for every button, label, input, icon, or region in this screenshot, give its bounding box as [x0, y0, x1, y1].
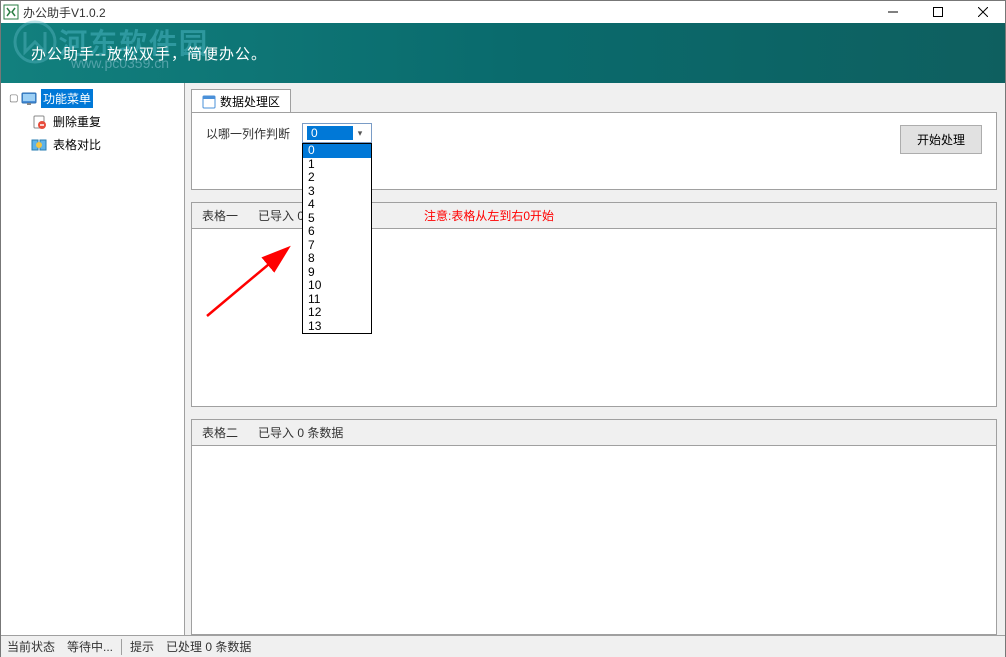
titlebar-title: 办公助手V1.0.2 [23, 4, 106, 21]
combo-option[interactable]: 6 [303, 225, 371, 239]
minimize-button[interactable] [870, 1, 915, 23]
app-icon [3, 4, 19, 20]
expand-icon[interactable]: ▢ [9, 93, 19, 104]
tree-item-label: 删除重复 [51, 112, 103, 131]
combo-option[interactable]: 9 [303, 266, 371, 280]
combo-option[interactable]: 13 [303, 320, 371, 334]
tree-item-label: 表格对比 [51, 135, 103, 154]
table1-title: 表格一 [202, 207, 238, 224]
tab-label: 数据处理区 [220, 93, 280, 110]
combo-option[interactable]: 8 [303, 252, 371, 266]
banner-slogan: 办公助手--放松双手，简便办公。 [31, 43, 267, 64]
main-area: 数据处理区 以哪一列作判断 0 ▾ 0 1 2 3 4 [185, 83, 1005, 635]
statusbar: 当前状态 等待中... 提示 已处理 0 条数据 [1, 635, 1005, 657]
combo-option[interactable]: 12 [303, 306, 371, 320]
table1-hint: 注意:表格从左到右0开始 [424, 207, 554, 224]
process-button[interactable]: 开始处理 [900, 125, 982, 154]
combo-option[interactable]: 2 [303, 171, 371, 185]
chevron-down-icon: ▾ [353, 128, 367, 139]
table2-info: 已导入 0 条数据 [258, 424, 343, 441]
judge-panel: 以哪一列作判断 0 ▾ 0 1 2 3 4 5 6 7 [191, 112, 997, 190]
delete-icon [31, 114, 47, 130]
close-button[interactable] [960, 1, 1005, 23]
status-divider [121, 639, 122, 655]
maximize-button[interactable] [915, 1, 960, 23]
combo-option[interactable]: 0 [303, 144, 371, 158]
tree-root-label: 功能菜单 [41, 89, 93, 108]
status-label: 当前状态 [1, 638, 61, 655]
annotation-arrow-icon [202, 241, 302, 321]
combo-option[interactable]: 10 [303, 279, 371, 293]
tree-item-compare[interactable]: 表格对比 [1, 133, 184, 156]
status-tip-label: 提示 [124, 638, 160, 655]
compare-icon [31, 137, 47, 153]
combo-option[interactable]: 7 [303, 239, 371, 253]
table2-header: 表格二 已导入 0 条数据 [191, 419, 997, 445]
combo-option[interactable]: 4 [303, 198, 371, 212]
tab-header: 数据处理区 [191, 89, 997, 113]
combo-option[interactable]: 1 [303, 158, 371, 172]
window-controls [870, 1, 1005, 23]
judge-row: 以哪一列作判断 0 ▾ 0 1 2 3 4 5 6 7 [206, 123, 372, 143]
judge-label: 以哪一列作判断 [206, 125, 290, 142]
tree-root-item[interactable]: ▢ 功能菜单 [1, 87, 184, 110]
table2-section: 表格二 已导入 0 条数据 [191, 419, 997, 635]
header-banner: 河东软件园 www.pc0359.cn 办公助手--放松双手，简便办公。 [1, 23, 1005, 83]
status-value: 等待中... [61, 638, 119, 655]
window-icon [202, 95, 216, 109]
combo-option[interactable]: 5 [303, 212, 371, 226]
combo-option[interactable]: 11 [303, 293, 371, 307]
table1-info: 已导入 0 [258, 207, 304, 224]
table2-title: 表格二 [202, 424, 238, 441]
column-combo[interactable]: 0 ▾ 0 1 2 3 4 5 6 7 8 9 10 [302, 123, 372, 143]
content-wrapper: ▢ 功能菜单 删除重复 表格对比 数据处理区 以哪一列作判断 [1, 83, 1005, 635]
tree-item-delete-duplicate[interactable]: 删除重复 [1, 110, 184, 133]
titlebar: 办公助手V1.0.2 [1, 1, 1005, 23]
tab-data-processing[interactable]: 数据处理区 [191, 89, 291, 113]
combo-box[interactable]: 0 ▾ [302, 123, 372, 143]
table2-body[interactable] [191, 445, 997, 635]
combo-dropdown: 0 1 2 3 4 5 6 7 8 9 10 11 12 13 [302, 143, 372, 334]
combo-option[interactable]: 3 [303, 185, 371, 199]
monitor-icon [21, 91, 37, 107]
sidebar: ▢ 功能菜单 删除重复 表格对比 [1, 83, 185, 635]
status-tip-value: 已处理 0 条数据 [160, 638, 257, 655]
combo-selected-value: 0 [307, 126, 353, 140]
